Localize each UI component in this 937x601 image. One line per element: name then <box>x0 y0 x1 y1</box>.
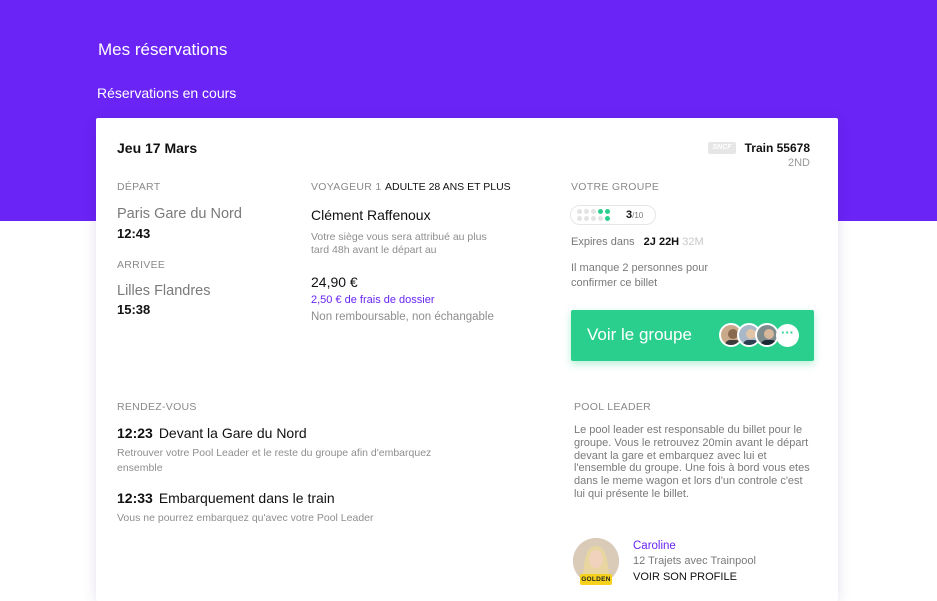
group-progress-dots <box>577 209 617 223</box>
traveler-name: Clément Raffenoux <box>311 207 431 223</box>
booking-date: Jeu 17 Mars <box>117 140 198 156</box>
group-count: 3/10 <box>626 209 643 221</box>
group-slot-dot <box>605 209 610 214</box>
group-slot-dot <box>584 209 589 214</box>
group-slot-dot <box>591 209 596 214</box>
booking-fee: 2,50 € de frais de dossier <box>311 294 435 306</box>
page-title: Mes réservations <box>98 40 228 59</box>
expiry-minutes: 32M <box>682 236 704 248</box>
more-members-icon: ··· <box>776 324 799 347</box>
group-missing-note: Il manque 2 personnes pour confirmer ce … <box>571 262 708 289</box>
section-title: Réservations en cours <box>97 85 237 101</box>
arrival-label: ARRIVEE <box>117 259 166 271</box>
view-profile-link[interactable]: VOIR SON PROFILE <box>633 571 737 583</box>
group-slot-dot <box>591 216 596 221</box>
group-slot-dot <box>598 216 603 221</box>
booking-card: Jeu 17 Mars SNCF Train 55678 2ND DÉPART … <box>96 118 838 601</box>
view-group-label: Voir le groupe <box>587 325 692 344</box>
group-count-total: /10 <box>632 211 644 220</box>
sncf-logo: SNCF <box>708 142 736 154</box>
traveler-type: ADULTE 28 ANS ET PLUS <box>385 181 511 193</box>
expiry-label: Expires dans <box>571 236 635 248</box>
group-expiry: Expires dans 2J 22H 32M <box>571 236 704 248</box>
meeting-desc: Vous ne pourrez embarquez qu'avec votre … <box>117 512 374 524</box>
pool-leader-label: POOL LEADER <box>574 401 652 413</box>
meeting-item: 12:33 Embarquement dans le train <box>117 490 335 506</box>
arrival-station: Lilles Flandres <box>117 283 211 299</box>
pool-leader-trips: 12 Trajets avec Trainpool <box>633 555 756 567</box>
arrival-time: 15:38 <box>117 302 151 317</box>
traveler-label: VOYAGEUR 1 <box>311 181 382 193</box>
departure-label: DÉPART <box>117 181 161 193</box>
group-slot-dot <box>577 216 582 221</box>
view-group-button[interactable]: Voir le groupe ··· <box>571 310 814 361</box>
departure-station: Paris Gare du Nord <box>117 206 242 222</box>
group-slot-dot <box>605 216 610 221</box>
train-class: 2ND <box>787 157 810 169</box>
pool-leader-name[interactable]: Caroline <box>633 540 676 552</box>
meeting-item: 12:23 Devant la Gare du Nord <box>117 425 307 441</box>
group-slot-dot <box>577 209 582 214</box>
ticket-conditions: Non remboursable, non échangable <box>311 311 494 323</box>
meeting-time: 12:23 <box>117 425 153 441</box>
group-label: VOTRE GROUPE <box>571 181 660 193</box>
meeting-title: Embarquement dans le train <box>158 490 335 506</box>
golden-badge: GOLDEN <box>580 574 612 585</box>
expiry-value: 2J 22H <box>643 236 680 248</box>
ticket-price: 24,90 € <box>311 274 358 290</box>
meeting-desc: Retrouver votre Pool Leader et le reste … <box>117 447 432 474</box>
group-progress-pill: 3/10 <box>570 205 656 225</box>
train-number: Train 55678 <box>744 141 810 155</box>
meeting-time: 12:33 <box>117 490 153 506</box>
group-slot-dot <box>584 216 589 221</box>
departure-time: 12:43 <box>117 226 151 241</box>
seat-note: Votre siège vous sera attribué au plus t… <box>311 231 487 256</box>
meeting-title: Devant la Gare du Nord <box>158 425 307 441</box>
meeting-label: RENDEZ-VOUS <box>117 401 197 413</box>
pool-leader-description: Le pool leader est responsable du billet… <box>574 424 810 500</box>
group-slot-dot <box>598 209 603 214</box>
